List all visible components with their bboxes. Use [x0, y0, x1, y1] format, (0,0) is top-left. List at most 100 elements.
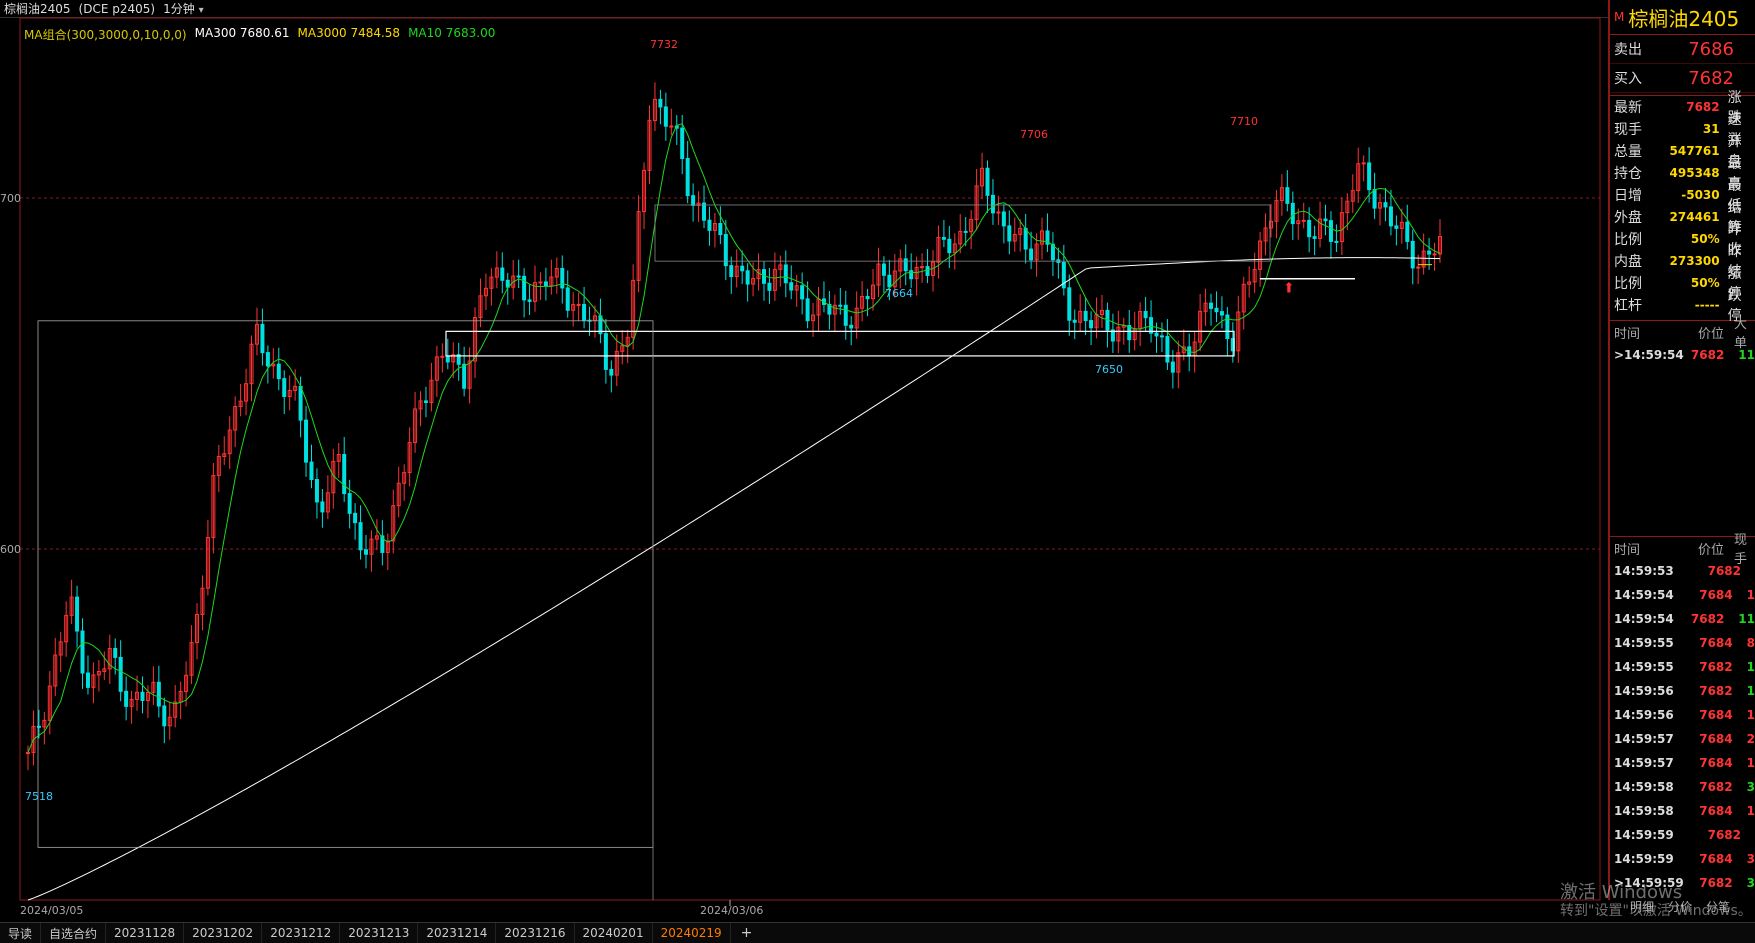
bottom-tab[interactable]: 自选合约	[41, 923, 107, 943]
candle-body	[80, 630, 85, 674]
bottom-tab[interactable]: 20231213	[340, 923, 419, 943]
tick-header-bottom: 时间 价位 现手	[1610, 533, 1755, 567]
price-annotation: 7732	[650, 38, 678, 51]
stat-value: 495348	[1669, 166, 1720, 180]
tick-vol: 1	[1746, 804, 1755, 818]
bottom-tab[interactable]: 20231128	[106, 923, 185, 943]
candle-body	[1361, 162, 1366, 165]
candle-body	[1432, 253, 1437, 256]
candle-body	[309, 461, 314, 480]
candle-body	[85, 672, 90, 688]
tick-price: 7682	[1699, 780, 1733, 794]
stat-value: 547761	[1669, 144, 1720, 158]
col-price: 价位	[1697, 326, 1724, 342]
candle-body	[941, 237, 946, 240]
candle-body	[162, 705, 167, 727]
bottom-tab[interactable]: 20231202	[184, 923, 263, 943]
candle-body	[1159, 335, 1164, 338]
candle-body	[445, 355, 450, 363]
candle-body	[1007, 225, 1012, 242]
tick-vol: 1	[1746, 708, 1755, 722]
candle-body	[740, 265, 745, 272]
candle-body	[903, 258, 908, 272]
tick-row: 14:59:54 7682 11	[1610, 607, 1755, 631]
tick-price: 7684	[1699, 732, 1733, 746]
tick-vol: 8	[1746, 636, 1755, 650]
tick-row: 14:59:56 7684 1	[1610, 703, 1755, 727]
candle-body	[702, 202, 707, 221]
tick-vol: 1	[1746, 756, 1755, 770]
tick-vol: 2	[1746, 732, 1755, 746]
tick-price: 7684	[1699, 708, 1733, 722]
buy-price: 7682	[1688, 67, 1734, 89]
col-vol: 大单	[1733, 317, 1747, 351]
price-annotation: 7664	[885, 287, 913, 300]
candle-body	[887, 274, 892, 288]
sell-label: 卖出	[1614, 42, 1642, 58]
m-icon: M	[1614, 10, 1625, 24]
sell-price: 7686	[1688, 38, 1734, 60]
price-chart[interactable]: 700 600 2024/03/05 2024/03/06 ⬆ 7732 7706 7710 7…	[0, 0, 1608, 922]
candle-body	[1001, 211, 1006, 227]
tick-list[interactable]: 14:59:53 7682 14:59:54 7684 1 14:59:54 7682 11 1…	[1610, 559, 1755, 895]
candle-body	[805, 298, 810, 322]
bottom-tab[interactable]: 导读	[0, 923, 42, 943]
candle-body	[500, 267, 505, 281]
candle-body	[990, 194, 995, 214]
stat-label: 日增	[1614, 188, 1642, 204]
bottom-tab[interactable]: 20231216	[496, 923, 575, 943]
stat-value: 7682	[1686, 100, 1720, 114]
tick-vol: 3	[1746, 876, 1755, 890]
tick-time: 14:59:57	[1614, 756, 1674, 770]
bottom-tab[interactable]: 20231214	[418, 923, 497, 943]
candle-body	[1067, 287, 1072, 321]
tick-row: 14:59:58 7682 3	[1610, 775, 1755, 799]
stat-value: 273300	[1669, 254, 1720, 268]
add-tab-icon[interactable]: +	[731, 925, 763, 941]
stat-label: 持仓	[1614, 166, 1642, 182]
candle-body	[865, 296, 870, 300]
candle-body	[767, 282, 772, 291]
stat-value: -----	[1694, 298, 1720, 312]
candle-body	[1334, 240, 1339, 243]
tick-row: 14:59:55 7684 8	[1610, 631, 1755, 655]
candle-body	[1312, 236, 1317, 239]
tick-vol: 3	[1746, 852, 1755, 866]
plot-frame	[19, 17, 1601, 901]
bottom-tab[interactable]: 20240201	[575, 923, 653, 943]
tick-price: 7682	[1699, 876, 1733, 890]
bottom-tab[interactable]: 20240219	[653, 923, 731, 943]
stat-label: 比例	[1614, 276, 1642, 292]
tick-row: 14:59:59 7682	[1610, 823, 1755, 847]
kline-chart-area[interactable]: 棕榈油2405 (DCE p2405) 1分钟 ▾ MA组合(300,3000,…	[0, 0, 1610, 917]
candle-body	[440, 355, 445, 358]
candle-body	[26, 752, 30, 755]
col-price-2: 价位	[1697, 542, 1724, 558]
candle-body	[265, 352, 270, 367]
x-tick-label: 2024/03/06	[700, 904, 763, 917]
tick-vol: 3	[1746, 780, 1755, 794]
stat-label: 总量	[1614, 144, 1642, 160]
bottom-tab[interactable]: 20231212	[262, 923, 341, 943]
candle-body	[298, 385, 303, 421]
quote-panel: M 棕榈油2405 卖出 7686 买入 7682 最新 7682 涨跌 现手 31 速涨…	[1608, 0, 1755, 900]
candle-body	[685, 157, 690, 197]
candle-body	[560, 268, 565, 289]
candle-body	[843, 304, 848, 326]
candle-body	[543, 281, 548, 287]
candle-body	[1290, 202, 1295, 225]
support-box	[445, 330, 1235, 357]
tick-time: >14:59:54	[1614, 348, 1684, 362]
candle-body	[576, 303, 581, 306]
candle-body	[838, 304, 843, 307]
candle-body	[314, 478, 319, 503]
stat-value: 31	[1702, 122, 1720, 136]
candle-body	[582, 303, 587, 321]
stat-label: 外盘	[1614, 210, 1642, 226]
candle-body	[320, 501, 325, 513]
candle-body	[1367, 162, 1372, 191]
candle-body	[718, 223, 723, 236]
col-time-2: 时间	[1614, 542, 1641, 558]
candle-body	[260, 323, 265, 354]
candle-body	[75, 596, 80, 632]
